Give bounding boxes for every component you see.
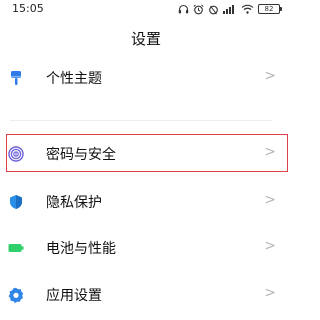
chevron-right-icon: > — [264, 285, 276, 301]
settings-item-app-settings[interactable]: 应用设置 > — [0, 273, 292, 317]
wifi-icon — [241, 4, 254, 14]
chevron-right-icon: > — [264, 68, 276, 84]
settings-item-password-security[interactable]: 密码与安全 > — [0, 132, 292, 176]
timer-icon — [208, 4, 219, 15]
chevron-right-icon: > — [264, 192, 276, 208]
settings-item-label: 密码与安全 — [46, 147, 116, 163]
section-divider — [10, 120, 272, 121]
page-title: 设置 — [130, 30, 161, 48]
settings-item-theme[interactable]: 个性主题 > — [0, 56, 292, 100]
settings-item-label: 个性主题 — [46, 71, 102, 87]
gear-icon — [8, 287, 24, 303]
theme-brush-icon — [8, 70, 24, 86]
alarm-icon — [193, 4, 204, 15]
settings-item-label: 隐私保护 — [46, 195, 102, 211]
headphones-icon — [178, 4, 189, 14]
status-icons: 82 — [178, 2, 282, 16]
chevron-right-icon: > — [264, 238, 276, 254]
battery-icon — [8, 240, 24, 256]
settings-item-label: 电池与性能 — [46, 241, 116, 257]
status-bar: 15:05 82 — [0, 0, 292, 20]
settings-item-battery-performance[interactable]: 电池与性能 > — [0, 226, 292, 270]
status-time: 15:05 — [12, 2, 44, 15]
settings-item-privacy[interactable]: 隐私保护 > — [0, 180, 292, 224]
signal-icon — [223, 4, 237, 14]
chevron-right-icon: > — [264, 144, 276, 160]
fingerprint-icon — [8, 146, 24, 162]
settings-item-label: 应用设置 — [46, 288, 102, 304]
battery-indicator: 82 — [258, 4, 282, 14]
privacy-shield-icon — [8, 194, 24, 210]
